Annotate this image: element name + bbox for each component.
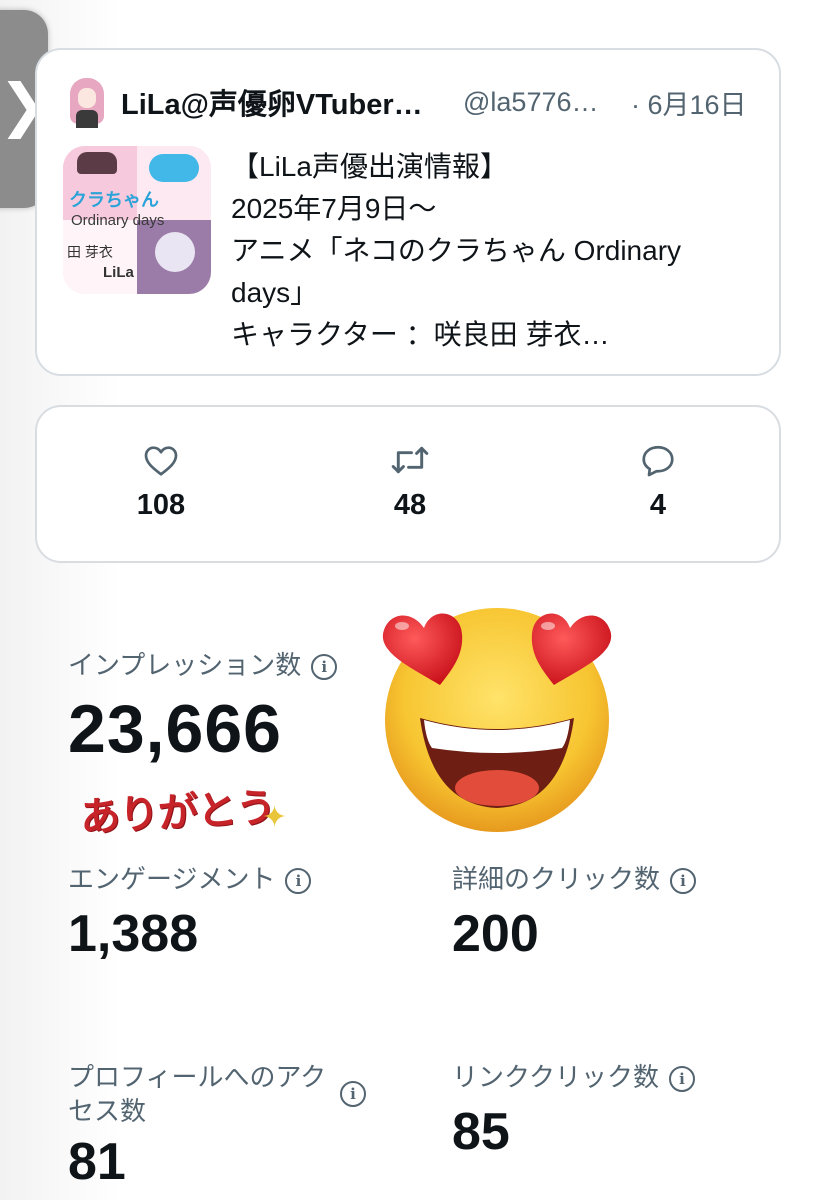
engagements-label: エンゲージメント i	[68, 862, 312, 896]
detail-clicks-value: 200	[452, 905, 539, 963]
thank-you-sticker: ありがとう	[79, 783, 277, 842]
tweet-text-line: 2025年7月9日〜	[231, 193, 437, 224]
impressions-label: インプレッション数 i	[68, 648, 338, 682]
retweet-stat[interactable]: 48	[350, 443, 470, 522]
tweet-text-line: アニメ「ネコのクラちゃん Ordinary	[231, 235, 682, 266]
heart-eyes-emoji-icon	[382, 608, 612, 832]
info-icon[interactable]: i	[340, 1081, 366, 1107]
engagements-value: 1,388	[68, 905, 199, 963]
tweet-text-line: 【LiLa声優出演情報】	[231, 151, 508, 182]
tweet-media-thumbnail[interactable]: クラちゃん Ordinary days 田 芽衣 LiLa	[63, 146, 211, 294]
avatar[interactable]	[67, 76, 107, 128]
analytics-page: ❯ LiLa@声優卵VTuber… @la5776… · 6月16日 クラちゃん…	[0, 0, 817, 1200]
tweet-text-line: キャラクター ：咲良田 芽衣…	[231, 319, 610, 350]
reply-bubble-icon	[642, 445, 674, 477]
thumbnail-text: 田 芽衣	[67, 244, 113, 260]
tweet-text: 【LiLa声優出演情報】 2025年7月9日〜 アニメ「ネコのクラちゃん Ord…	[231, 146, 751, 356]
thumbnail-text: Ordinary days	[71, 212, 165, 229]
like-stat[interactable]: 108	[101, 443, 221, 522]
profile-visits-value: 81	[68, 1133, 126, 1191]
retweet-count: 48	[393, 489, 427, 521]
user-handle[interactable]: @la5776…	[463, 87, 615, 118]
reply-count: 4	[649, 489, 667, 521]
engagement-stats-card: 108 48 4	[35, 405, 781, 563]
impressions-value: 23,666	[68, 691, 282, 767]
link-clicks-label: リンククリック数 i	[452, 1060, 695, 1094]
reply-stat[interactable]: 4	[598, 443, 718, 522]
heart-icon	[144, 446, 178, 476]
profile-visits-label: プロフィールへのアク セス数	[68, 1062, 327, 1126]
link-clicks-value: 85	[452, 1103, 510, 1161]
detail-clicks-label: 詳細のクリック数 i	[452, 862, 697, 896]
info-icon[interactable]: i	[285, 868, 312, 895]
like-count: 108	[136, 489, 186, 521]
tweet-text-line: days」	[231, 277, 319, 308]
tweet-card[interactable]: LiLa@声優卵VTuber… @la5776… · 6月16日 クラちゃん O…	[35, 48, 781, 376]
tweet-header: LiLa@声優卵VTuber… @la5776… · 6月16日	[67, 74, 759, 130]
sparkle-icon: ✦	[262, 801, 288, 834]
display-name[interactable]: LiLa@声優卵VTuber…	[121, 81, 443, 123]
tweet-date[interactable]: · 6月16日	[631, 83, 747, 122]
thumbnail-text: LiLa	[103, 264, 134, 281]
retweet-icon	[391, 446, 429, 474]
info-icon[interactable]: i	[311, 654, 338, 681]
info-icon[interactable]: i	[670, 868, 697, 895]
thumbnail-text: クラちゃん	[69, 190, 159, 210]
info-icon[interactable]: i	[668, 1066, 695, 1093]
